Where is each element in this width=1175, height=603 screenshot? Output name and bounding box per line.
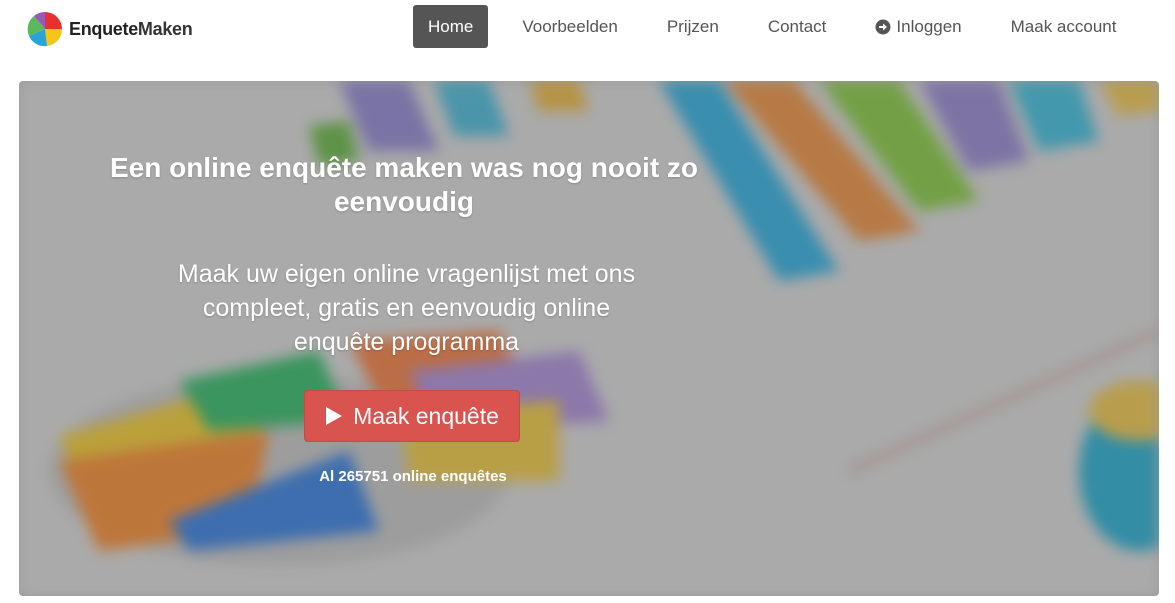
brand-name: EnqueteMaken [69,18,193,39]
hero-section: Een online enquête maken was nog nooit z… [19,81,1159,596]
nav-voorbeelden[interactable]: Voorbeelden [507,5,632,48]
nav-inloggen-label: Inloggen [896,16,962,36]
nav-contact[interactable]: Contact [753,5,842,48]
main-navigation: Home Voorbeelden Prijzen Contact Inlogge… [413,5,1150,48]
brand-logo[interactable]: EnqueteMaken [25,9,193,49]
hero-headline: Een online enquête maken was nog nooit z… [109,152,699,217]
create-survey-label: Maak enquête [353,402,499,429]
pie-chart-logo-icon [27,11,63,47]
hero-subline: Maak uw eigen online vragenlijst met ons… [177,260,636,356]
create-survey-button[interactable]: Maak enquête [304,390,520,442]
site-header: EnqueteMaken Home Voorbeelden Prijzen Co… [0,0,1175,60]
nav-inloggen[interactable]: Inloggen [860,5,976,48]
play-icon [326,407,343,425]
arrow-circle-right-icon [875,19,891,34]
nav-home[interactable]: Home [413,5,489,48]
nav-prijzen[interactable]: Prijzen [652,5,734,48]
nav-maak-account[interactable]: Maak account [996,5,1132,48]
survey-counter: Al 265751 online enquêtes [319,468,507,485]
